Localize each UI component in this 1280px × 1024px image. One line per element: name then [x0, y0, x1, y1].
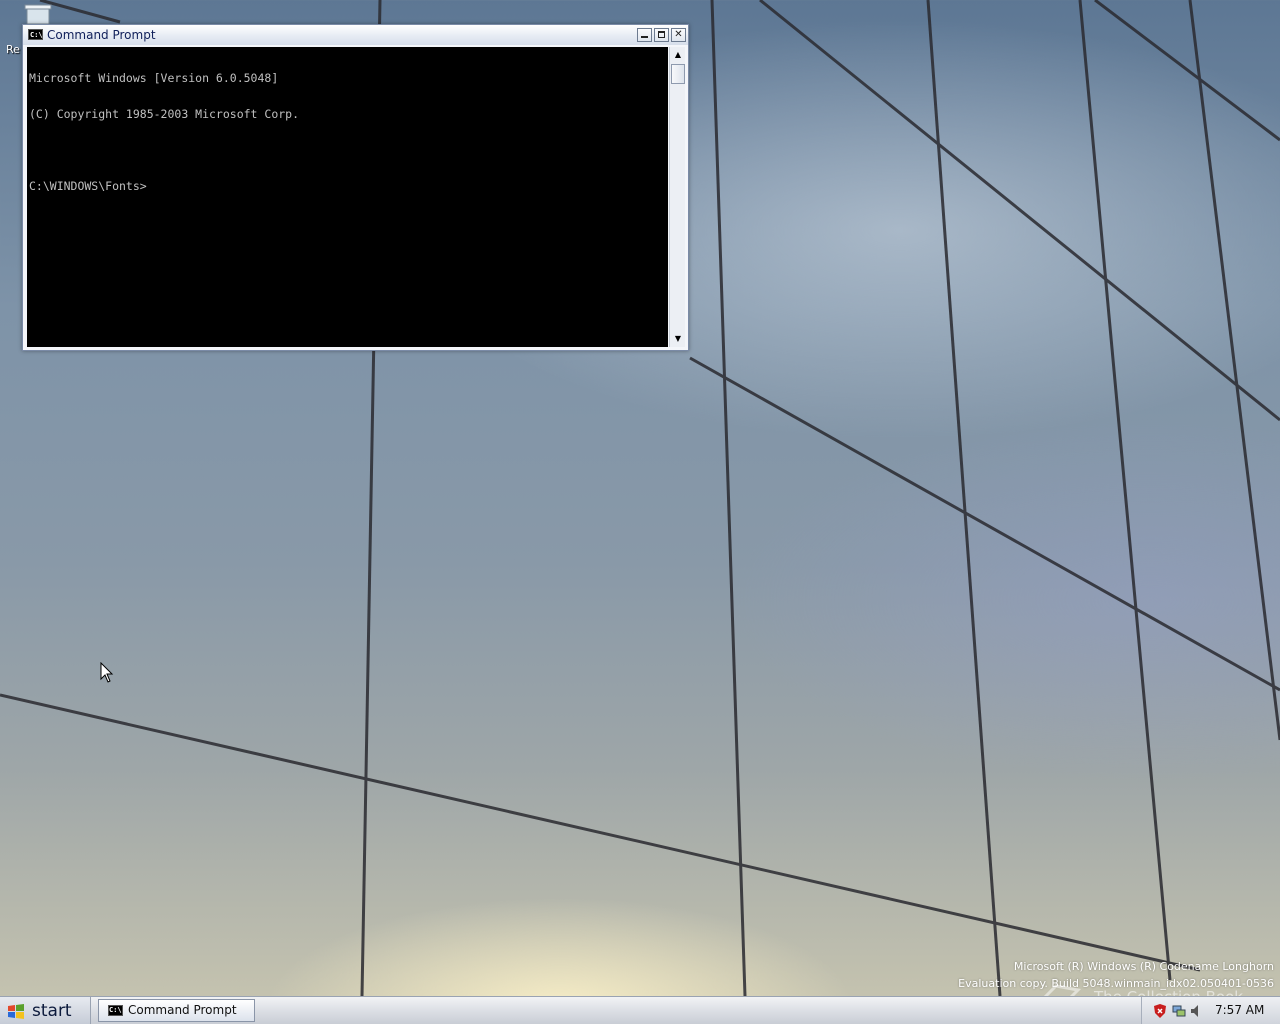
- maximize-icon: [658, 31, 665, 38]
- taskbar: start C:\ Command Prompt 7:57 AM: [0, 996, 1280, 1024]
- minimize-button[interactable]: [637, 28, 652, 42]
- console-prompt-line: C:\WINDOWS\Fonts>: [29, 179, 147, 193]
- system-tray: 7:57 AM: [1141, 997, 1280, 1024]
- console-line: (C) Copyright 1985-2003 Microsoft Corp.: [29, 107, 300, 121]
- close-icon: ✕: [674, 29, 683, 40]
- watermark-line: Microsoft (R) Windows (R) Codename Longh…: [1013, 960, 1274, 973]
- mouse-pointer-icon: [100, 662, 114, 683]
- volume-icon[interactable]: [1191, 1005, 1201, 1017]
- recycle-bin-label: Re: [6, 43, 20, 56]
- console-line: Microsoft Windows [Version 6.0.5048]: [29, 71, 279, 85]
- taskbar-item-label: Command Prompt: [128, 1003, 237, 1017]
- command-prompt-icon: C:\: [28, 29, 43, 40]
- start-label: start: [32, 1001, 72, 1021]
- windows-flag-icon: [8, 1004, 24, 1019]
- security-shield-icon[interactable]: [1154, 1004, 1166, 1018]
- network-icon[interactable]: [1172, 1004, 1186, 1018]
- taskbar-item-command-prompt[interactable]: C:\ Command Prompt: [98, 999, 255, 1022]
- command-prompt-icon: C:\: [108, 1005, 123, 1016]
- command-prompt-window[interactable]: C:\ Command Prompt ✕ Microsoft Windows […: [22, 24, 689, 351]
- recycle-bin-icon[interactable]: [22, 4, 54, 24]
- vertical-scrollbar[interactable]: ▲ ▼: [669, 47, 685, 347]
- maximize-button[interactable]: [654, 28, 669, 42]
- minimize-icon: [641, 36, 648, 38]
- window-title: Command Prompt: [47, 28, 156, 42]
- close-button[interactable]: ✕: [671, 28, 686, 42]
- start-button[interactable]: start: [0, 997, 91, 1024]
- scrollbar-thumb[interactable]: [671, 64, 685, 84]
- window-titlebar[interactable]: C:\ Command Prompt ✕: [23, 25, 688, 45]
- taskbar-clock[interactable]: 7:57 AM: [1215, 1003, 1264, 1017]
- scroll-up-icon[interactable]: ▲: [671, 47, 685, 63]
- scroll-down-icon[interactable]: ▼: [671, 331, 685, 347]
- console-output[interactable]: Microsoft Windows [Version 6.0.5048] (C)…: [27, 47, 668, 347]
